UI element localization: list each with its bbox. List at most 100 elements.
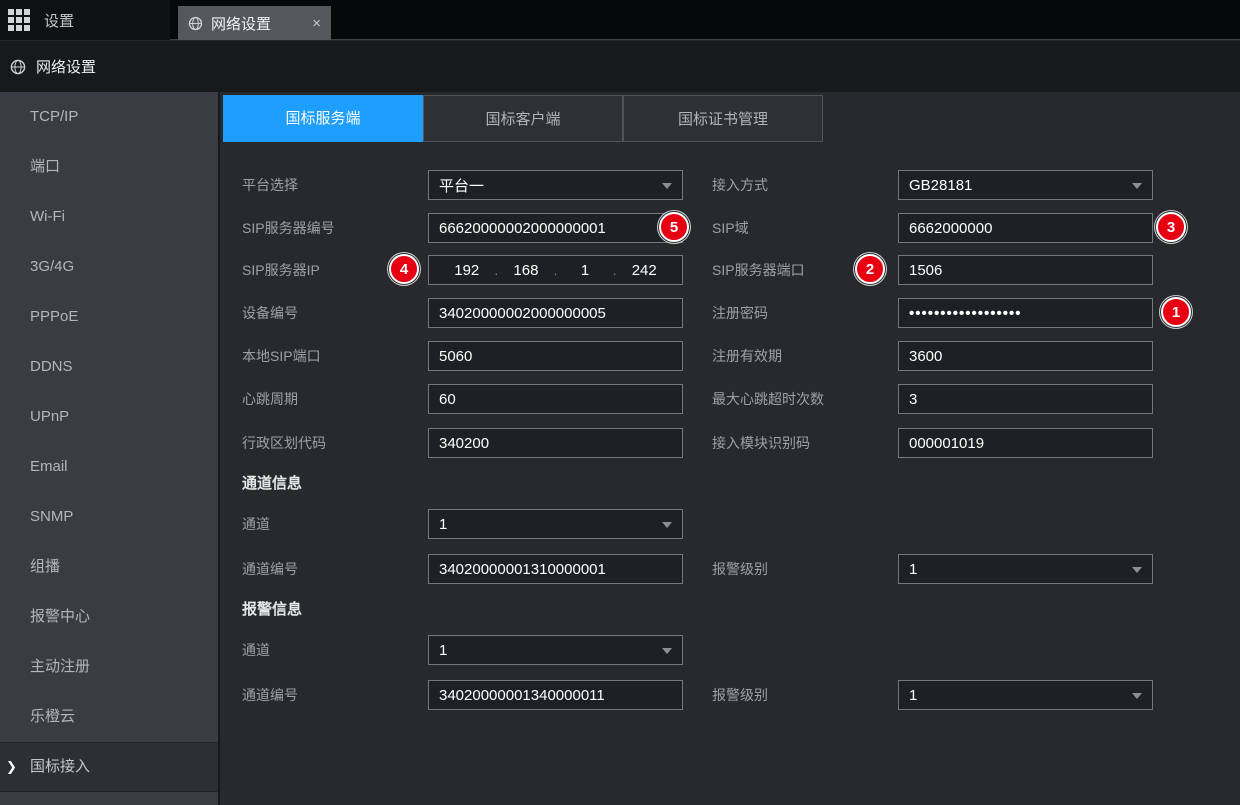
sidebar-item-7[interactable]: Email (0, 442, 218, 492)
sidebar-item-3[interactable]: 3G/4G (0, 242, 218, 292)
field-label: SIP域 (712, 213, 749, 243)
sidebar-item-label: SNMP (30, 508, 73, 525)
field-label: 行政区划代码 (242, 428, 326, 458)
annotation-badge-5: 5 (659, 212, 689, 242)
close-icon[interactable]: × (312, 16, 321, 31)
sidebar-item-label: 3G/4G (30, 258, 74, 275)
sidebar-item-label: PPPoE (30, 308, 78, 325)
ip-octet[interactable]: 168 (498, 262, 554, 279)
chevron-down-icon[interactable] (662, 183, 672, 189)
form-row: SIP服务器IP 192.168.1.242 4 SIP服务器端口 1506 2 (220, 255, 1240, 285)
dropdown-报警级别[interactable]: 1 (898, 680, 1153, 710)
dropdown-平台选择[interactable]: 平台一 (428, 170, 683, 200)
sidebar-item-4[interactable]: PPPoE (0, 292, 218, 342)
annotation-badge-3: 3 (1156, 212, 1186, 242)
doc-tab-network-settings[interactable]: 网络设置 × (178, 6, 331, 40)
text-input-心跳周期[interactable]: 60 (428, 384, 683, 414)
sidebar-item-6[interactable]: UPnP (0, 392, 218, 442)
dropdown-通道[interactable]: 1 (428, 635, 683, 665)
annotation-badge-4: 4 (389, 254, 419, 284)
form-row: 通道 1 (220, 635, 1240, 665)
dropdown-接入方式[interactable]: GB28181 (898, 170, 1153, 200)
sidebar-item-10[interactable]: 报警中心 (0, 592, 218, 642)
field-value: 340200 (439, 435, 489, 452)
field-label: SIP服务器IP (242, 255, 320, 285)
field-label: 接入模块识别码 (712, 428, 810, 458)
annotation-badge-2: 2 (855, 254, 885, 284)
field-value: 3 (909, 391, 917, 408)
chevron-down-icon[interactable] (1132, 693, 1142, 699)
field-value: 1 (439, 516, 447, 533)
chevron-down-icon[interactable] (1132, 567, 1142, 573)
sidebar-item-0[interactable]: TCP/IP (0, 92, 218, 142)
text-input-通道编号[interactable]: 34020000001310000001 (428, 554, 683, 584)
text-input-注册有效期[interactable]: 3600 (898, 341, 1153, 371)
annotation-badge-1: 1 (1161, 297, 1191, 327)
grid-menu-icon[interactable] (8, 9, 30, 31)
password-input[interactable]: •••••••••••••••••• (898, 298, 1153, 328)
ip-address-input[interactable]: 192.168.1.242 (428, 255, 683, 285)
field-value: 60 (439, 391, 456, 408)
ip-octet[interactable]: 1 (557, 262, 613, 279)
text-input-设备编号[interactable]: 34020000002000000005 (428, 298, 683, 328)
text-input-本地SIP端口[interactable]: 5060 (428, 341, 683, 371)
ip-octet[interactable]: 192 (439, 262, 495, 279)
text-input-SIP服务器编号[interactable]: 66620000002000000001 (428, 213, 683, 243)
sidebar-item-label: TCP/IP (30, 108, 78, 125)
tab-1[interactable]: 国标客户端 (423, 95, 623, 142)
sidebar-item-8[interactable]: SNMP (0, 492, 218, 542)
page-title: 网络设置 (36, 56, 96, 77)
tab-0-active[interactable]: 国标服务端 (223, 95, 423, 142)
form-row: 行政区划代码 340200 接入模块识别码 000001019 (220, 428, 1240, 458)
text-input-SIP域[interactable]: 6662000000 (898, 213, 1153, 243)
field-label: 最大心跳超时次数 (712, 384, 824, 414)
home-tab-label: 设置 (44, 10, 74, 31)
field-label: 接入方式 (712, 170, 768, 200)
text-input-通道编号[interactable]: 34020000001340000011 (428, 680, 683, 710)
top-bar: 设置 网络设置 × (0, 0, 1240, 40)
text-input-行政区划代码[interactable]: 340200 (428, 428, 683, 458)
form-row: 本地SIP端口5060注册有效期3600 (220, 341, 1240, 371)
chevron-down-icon[interactable] (1132, 183, 1142, 189)
text-input-最大心跳超时次数[interactable]: 3 (898, 384, 1153, 414)
chevron-down-icon[interactable] (662, 648, 672, 654)
sidebar-menu: TCP/IP 端口 Wi-Fi 3G/4G PPPoE DDNS UPnP Email SNMP… (0, 92, 220, 805)
sidebar-item-11[interactable]: 主动注册 (0, 642, 218, 692)
sidebar-item-9[interactable]: 组播 (0, 542, 218, 592)
field-label: 通道 (242, 635, 270, 665)
sidebar-item-label: UPnP (30, 408, 69, 425)
field-value: 1 (909, 687, 917, 704)
sidebar-item-12[interactable]: 乐橙云 (0, 692, 218, 742)
field-value: 平台一 (439, 175, 484, 196)
text-input-接入模块识别码[interactable]: 000001019 (898, 428, 1153, 458)
dropdown-通道[interactable]: 1 (428, 509, 683, 539)
sidebar-item-label: 乐橙云 (30, 708, 75, 725)
home-tab-settings[interactable]: 设置 (0, 0, 170, 40)
field-label: 通道编号 (242, 680, 298, 710)
form-row: 心跳周期60最大心跳超时次数3 (220, 384, 1240, 414)
sidebar-item-5[interactable]: DDNS (0, 342, 218, 392)
form-row: 平台选择 平台一 接入方式 GB28181 (220, 170, 1240, 200)
field-label: 设备编号 (242, 298, 298, 328)
sidebar-item-label: 国标接入 (30, 758, 90, 775)
field-value: •••••••••••••••••• (909, 305, 1022, 322)
sidebar-item-2[interactable]: Wi-Fi (0, 192, 218, 242)
field-label: 平台选择 (242, 170, 298, 200)
tab-2[interactable]: 国标证书管理 (623, 95, 823, 142)
dropdown-报警级别[interactable]: 1 (898, 554, 1153, 584)
field-value: 3600 (909, 348, 942, 365)
text-input-SIP服务器端口[interactable]: 1506 (898, 255, 1153, 285)
sidebar-item-label: 组播 (30, 558, 60, 575)
chevron-down-icon[interactable] (662, 522, 672, 528)
ip-octet[interactable]: 242 (616, 262, 672, 279)
form-row: SIP服务器编号666200000020000000015SIP域6662000… (220, 213, 1240, 243)
field-label: 注册密码 (712, 298, 768, 328)
field-label: SIP服务器端口 (712, 255, 805, 285)
field-label: 注册有效期 (712, 341, 782, 371)
form-row: 通道编号34020000001340000011报警级别1 (220, 680, 1240, 710)
sidebar-item-label: 端口 (30, 158, 60, 175)
sidebar-item-1[interactable]: 端口 (0, 142, 218, 192)
sidebar-item-13-active[interactable]: ❯国标接入 (0, 742, 218, 792)
field-value: 1506 (909, 262, 942, 279)
doc-tab-label: 网络设置 (211, 13, 304, 34)
